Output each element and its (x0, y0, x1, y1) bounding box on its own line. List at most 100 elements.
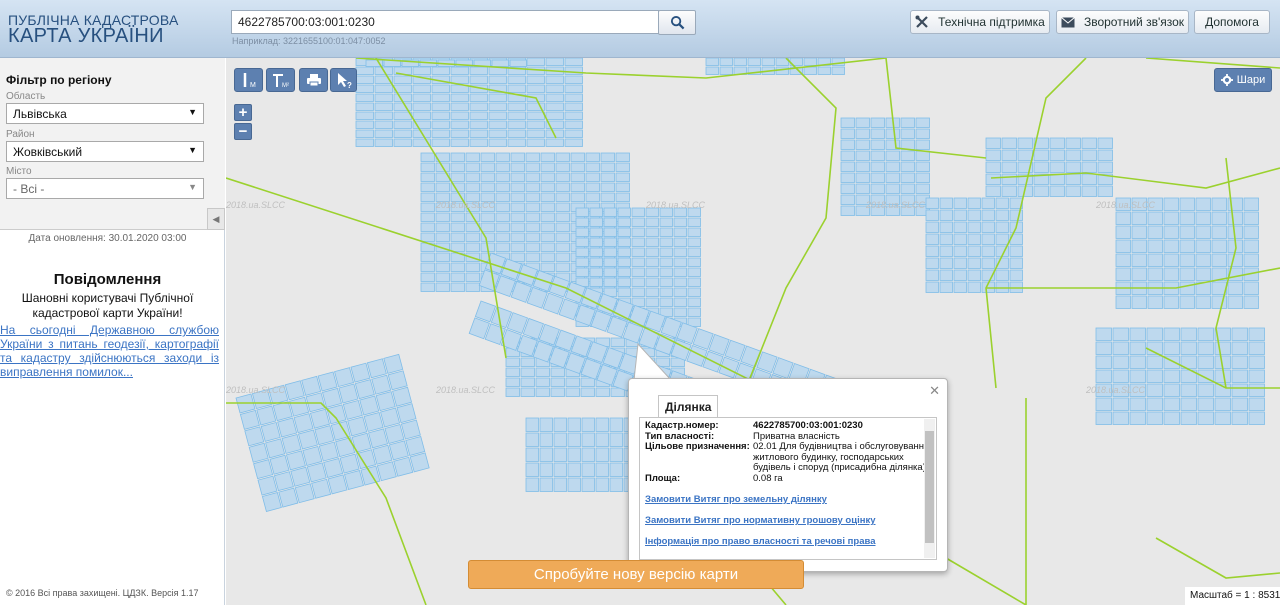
land-parcel[interactable] (256, 405, 277, 426)
land-parcel[interactable] (480, 182, 495, 192)
land-parcel[interactable] (564, 129, 583, 138)
land-parcel[interactable] (585, 192, 600, 202)
land-parcel[interactable] (985, 137, 1001, 149)
land-parcel[interactable] (525, 447, 539, 462)
land-parcel[interactable] (1197, 411, 1214, 425)
land-parcel[interactable] (615, 152, 630, 162)
land-parcel[interactable] (525, 462, 539, 477)
land-parcel[interactable] (465, 232, 480, 242)
land-parcel[interactable] (900, 183, 915, 194)
land-parcel[interactable] (257, 475, 278, 496)
land-parcel[interactable] (1227, 211, 1243, 225)
land-parcel[interactable] (495, 232, 510, 242)
cadastral-map[interactable]: 2018.ua.SLCC 2018.ua.SLCC 2018.ua.SLCC 2018… (226, 58, 1280, 605)
land-parcel[interactable] (1146, 327, 1163, 341)
land-parcel[interactable] (1163, 239, 1179, 253)
land-parcel[interactable] (412, 66, 431, 75)
land-parcel[interactable] (1131, 253, 1147, 267)
land-parcel[interactable] (1129, 411, 1146, 425)
land-parcel[interactable] (553, 447, 567, 462)
land-parcel[interactable] (870, 172, 885, 183)
land-parcel[interactable] (953, 257, 967, 269)
land-parcel[interactable] (435, 272, 450, 282)
land-parcel[interactable] (855, 117, 870, 128)
land-parcel[interactable] (465, 172, 480, 182)
land-parcel[interactable] (1211, 211, 1227, 225)
land-parcel[interactable] (900, 128, 915, 139)
land-parcel[interactable] (570, 192, 585, 202)
land-parcel[interactable] (617, 287, 631, 297)
city-select[interactable]: - Всі - ▼ (6, 178, 204, 199)
land-parcel[interactable] (1081, 137, 1097, 149)
land-parcel[interactable] (469, 138, 488, 147)
land-parcel[interactable] (840, 194, 855, 205)
try-new-version-button[interactable]: Спробуйте нову версію карти (468, 560, 804, 589)
land-parcel[interactable] (374, 84, 393, 93)
land-parcel[interactable] (953, 245, 967, 257)
land-parcel[interactable] (939, 269, 953, 281)
land-parcel[interactable] (1214, 397, 1231, 411)
land-parcel[interactable] (495, 242, 510, 252)
land-parcel[interactable] (435, 252, 450, 262)
land-parcel[interactable] (1081, 161, 1097, 173)
land-parcel[interactable] (339, 453, 360, 474)
land-parcel[interactable] (617, 217, 631, 227)
land-parcel[interactable] (553, 417, 567, 432)
land-parcel[interactable] (1197, 327, 1214, 341)
land-parcel[interactable] (603, 237, 617, 247)
land-parcel[interactable] (967, 245, 981, 257)
land-parcel[interactable] (510, 222, 525, 232)
land-parcel[interactable] (1180, 327, 1197, 341)
land-parcel[interactable] (581, 417, 595, 432)
land-parcel[interactable] (355, 129, 374, 138)
land-parcel[interactable] (1065, 185, 1081, 197)
land-parcel[interactable] (374, 138, 393, 147)
land-parcel[interactable] (673, 247, 687, 257)
order-valuation-extract-link[interactable]: Замовити Витяг про нормативну грошову оц… (645, 515, 931, 526)
land-parcel[interactable] (505, 377, 520, 387)
land-parcel[interactable] (564, 58, 583, 66)
land-parcel[interactable] (1097, 161, 1113, 173)
land-parcel[interactable] (840, 161, 855, 172)
land-parcel[interactable] (580, 377, 595, 387)
land-parcel[interactable] (326, 404, 347, 425)
land-parcel[interactable] (600, 162, 615, 172)
land-parcel[interactable] (550, 387, 565, 397)
land-parcel[interactable] (1227, 295, 1243, 309)
land-parcel[interactable] (520, 367, 535, 377)
land-parcel[interactable] (309, 408, 330, 429)
land-parcel[interactable] (570, 152, 585, 162)
land-parcel[interactable] (420, 212, 435, 222)
land-parcel[interactable] (469, 93, 488, 102)
land-parcel[interactable] (995, 233, 1009, 245)
land-parcel[interactable] (510, 242, 525, 252)
land-parcel[interactable] (985, 173, 1001, 185)
land-parcel[interactable] (575, 247, 589, 257)
land-parcel[interactable] (939, 233, 953, 245)
land-parcel[interactable] (967, 209, 981, 221)
land-parcel[interactable] (659, 297, 673, 307)
land-parcel[interactable] (687, 267, 701, 277)
land-parcel[interactable] (469, 66, 488, 75)
land-parcel[interactable] (673, 267, 687, 277)
land-parcel[interactable] (840, 128, 855, 139)
popup-scrollbar-thumb[interactable] (925, 431, 934, 543)
land-parcel[interactable] (855, 150, 870, 161)
land-parcel[interactable] (1163, 225, 1179, 239)
land-parcel[interactable] (555, 252, 570, 262)
land-parcel[interactable] (673, 287, 687, 297)
land-parcel[interactable] (1112, 341, 1129, 355)
land-parcel[interactable] (510, 182, 525, 192)
land-parcel[interactable] (900, 117, 915, 128)
land-parcel[interactable] (1243, 295, 1259, 309)
land-parcel[interactable] (1009, 269, 1023, 281)
land-parcel[interactable] (953, 209, 967, 221)
land-parcel[interactable] (525, 152, 540, 162)
land-parcel[interactable] (435, 232, 450, 242)
land-parcel[interactable] (450, 152, 465, 162)
land-parcel[interactable] (1180, 383, 1197, 397)
tab-parcel[interactable]: Ділянка (658, 395, 719, 417)
land-parcel[interactable] (550, 367, 565, 377)
land-parcel[interactable] (507, 102, 526, 111)
land-parcel[interactable] (495, 172, 510, 182)
